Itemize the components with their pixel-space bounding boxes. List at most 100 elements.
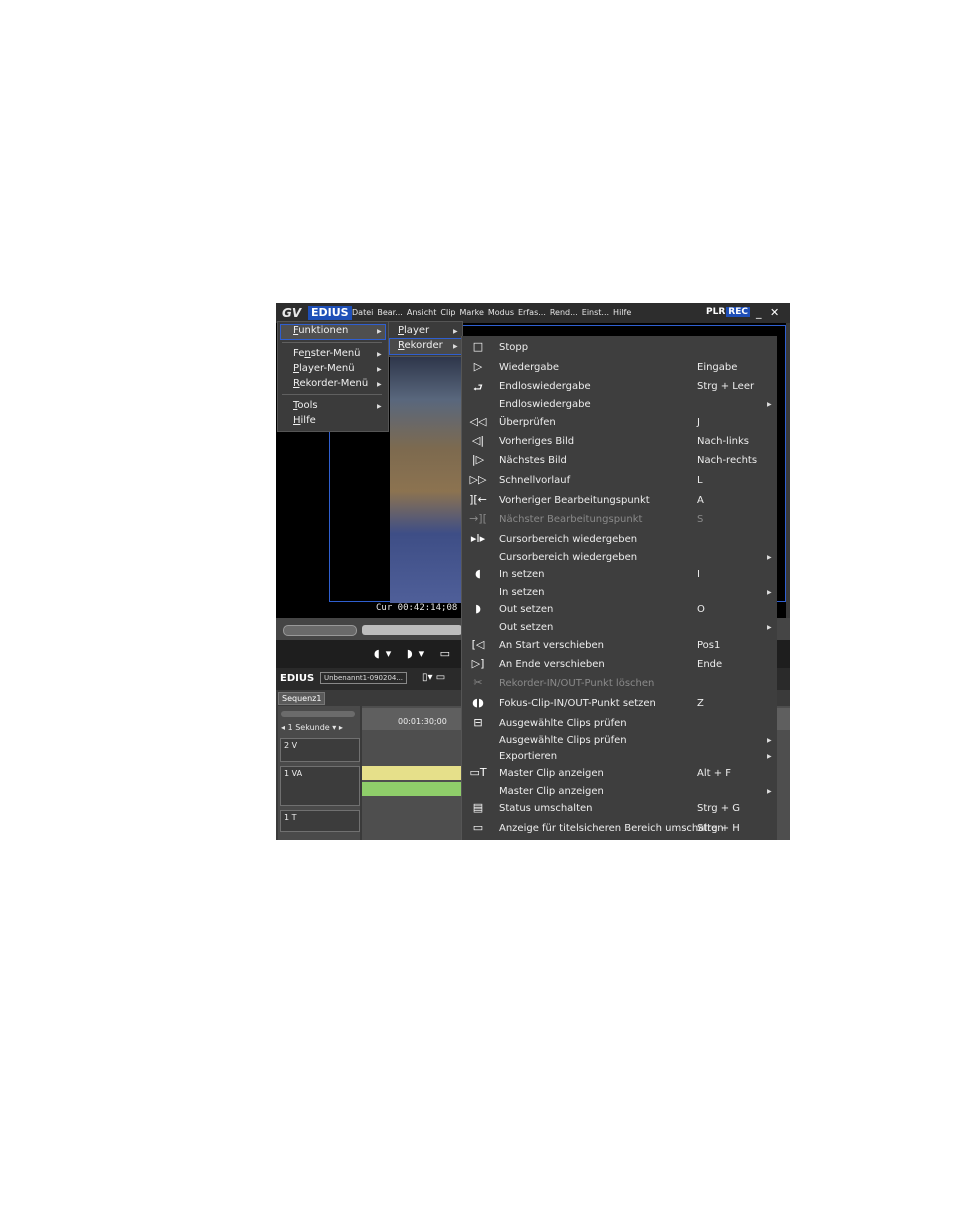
menu-item-ausgew-hlte-clips-pr-fen[interactable]: ⊟ Ausgewählte Clips prüfen — [462, 715, 777, 733]
set-in-icon: ◖ — [475, 567, 481, 580]
menu-bar: Datei Bear... Ansicht Clip Marke Modus Erfas..… — [352, 308, 635, 317]
menu-item-cursorbereich-wiedergeben[interactable]: Cursorbereich wiedergeben ▶ — [462, 549, 777, 567]
submenu-arrow-icon: ▶ — [377, 366, 382, 373]
track-header-2v[interactable]: 2 V — [280, 738, 360, 762]
menu-item-shortcut: O — [697, 604, 705, 615]
go-to-end-icon: ▷] — [471, 657, 485, 670]
menu-item-in-setzen[interactable]: ◖ In setzen I — [462, 566, 777, 584]
next-edit-point-icon: →][ — [469, 512, 487, 525]
zoom-slider[interactable] — [281, 711, 355, 717]
video-clip[interactable] — [362, 766, 462, 780]
menu-item-shortcut: Nach-links — [697, 436, 749, 447]
menu-item-label: Vorheriges Bild — [499, 436, 575, 447]
shuttle-knob[interactable] — [283, 625, 357, 636]
menu-8[interactable]: Einst... — [582, 308, 609, 317]
menu-3[interactable]: Clip — [440, 308, 455, 317]
mode-rec[interactable]: REC — [726, 307, 750, 317]
menu-item-rekorder-in-out-punkt-l-schen[interactable]: ✂ Rekorder-IN/OUT-Punkt löschen — [462, 675, 777, 693]
menu-item-endloswiedergabe[interactable]: ⮐ Endloswiedergabe Strg + Leer — [462, 378, 777, 396]
context-menu: Funktionen ▶ Fenster-Menü ▶ Player-Menü ▶ Reko… — [277, 321, 389, 432]
menu-item-tools[interactable]: Tools — [293, 400, 318, 411]
menu-item-an-ende-verschieben[interactable]: ▷] An Ende verschieben Ende — [462, 656, 777, 674]
menu-item-stopp[interactable]: □ Stopp — [462, 339, 777, 357]
submenu-arrow-icon: ▶ — [377, 328, 382, 335]
menu-item-label: Rekorder-IN/OUT-Punkt löschen — [499, 678, 655, 689]
project-name[interactable]: Unbenannt1-090204... — [320, 672, 408, 684]
close-button[interactable]: ✕ — [770, 306, 779, 319]
menu-item-exportieren[interactable]: Exportieren ▶ — [462, 748, 777, 766]
menu-item-shortcut: Alt + F — [697, 768, 732, 779]
menu-item-cursorbereich-wiedergeben[interactable]: ▸I▸ Cursorbereich wiedergeben — [462, 531, 777, 549]
edius-logo: EDIUS — [308, 306, 352, 320]
menu-item-status-umschalten[interactable]: ▤ Status umschalten Strg + G — [462, 800, 777, 818]
menu-item-shortcut: Pos1 — [697, 640, 721, 651]
gv-logo: GV — [282, 306, 302, 320]
mode-switch[interactable]: PLR REC — [706, 307, 750, 317]
menu-item-label: Schnellvorlauf — [499, 475, 571, 486]
menu-item-vorheriger-bearbeitungspunkt[interactable]: ][← Vorheriger Bearbeitungspunkt A — [462, 492, 777, 510]
transport-icons[interactable]: ◖▾ ◗▾ ▭ — [374, 647, 456, 660]
menu-item-schnellvorlauf[interactable]: ▷▷ Schnellvorlauf L — [462, 472, 777, 490]
menu-item-rekorder-men-[interactable]: Rekorder-Menü — [293, 378, 368, 389]
sequence-tab[interactable]: Sequenz1 — [278, 692, 326, 705]
menu-item-wiedergabe[interactable]: ▷ Wiedergabe Eingabe — [462, 359, 777, 377]
menu-item-fenster-men-[interactable]: Fenster-Menü — [293, 348, 361, 359]
menu-item--berpr-fen[interactable]: ◁◁ Überprüfen J — [462, 414, 777, 432]
menu-item-endloswiedergabe[interactable]: Endloswiedergabe ▶ — [462, 396, 777, 414]
menu-6[interactable]: Erfas... — [518, 308, 546, 317]
menu-item-shortcut: A — [697, 495, 704, 506]
menu-5[interactable]: Modus — [488, 308, 514, 317]
menu-item-anzeige-f-r-titelsicheren-bereich-umschalten[interactable]: ▭ Anzeige für titelsicheren Bereich umsch… — [462, 820, 777, 838]
menu-item-player[interactable]: Player — [398, 325, 429, 336]
track-header-1va[interactable]: 1 VA — [280, 766, 360, 806]
menu-item-hilfe[interactable]: Hilfe — [293, 415, 316, 426]
menu-0[interactable]: Datei — [352, 308, 373, 317]
menu-1[interactable]: Bear... — [377, 308, 403, 317]
stop-icon: □ — [472, 340, 484, 353]
fast-forward-icon: ▷▷ — [469, 473, 487, 486]
recorder-submenu: □ Stopp ▷ Wiedergabe Eingabe ⮐ Endloswiedergab… — [461, 336, 777, 840]
menu-item-shortcut: I — [697, 569, 700, 580]
menu-item-n-chster-bearbeitungspunkt[interactable]: →][Nächster Bearbeitungspunkt S — [462, 511, 777, 529]
menu-item-shortcut: Strg + H — [697, 823, 740, 834]
timecode: Cur 00:42:14;08 — [376, 603, 458, 613]
mode-plr[interactable]: PLR — [706, 307, 725, 317]
menu-item-funktionen[interactable]: Funktionen — [293, 325, 348, 336]
menu-separator — [282, 342, 382, 343]
menu-item-label: In setzen — [499, 587, 545, 598]
next-frame-icon: |▷ — [471, 453, 485, 466]
menu-item-vorheriges-bild[interactable]: ◁| Vorheriges Bild Nach-links — [462, 433, 777, 451]
zoom-label[interactable]: ◂ 1 Sekunde ▾ ▸ — [281, 723, 343, 732]
menu-item-shortcut: Strg + G — [697, 803, 741, 814]
menu-item-out-setzen[interactable]: ◗ Out setzen O — [462, 601, 777, 619]
menu-item-in-setzen[interactable]: In setzen ▶ — [462, 584, 777, 602]
minimize-button[interactable]: _ — [756, 306, 762, 319]
menu-item-label: Endloswiedergabe — [499, 399, 591, 410]
menu-4[interactable]: Marke — [460, 308, 484, 317]
submenu-arrow-icon: ▶ — [453, 328, 458, 335]
menu-item-label: Ausgewählte Clips prüfen — [499, 718, 627, 729]
menu-item-master-clip-anzeigen[interactable]: Master Clip anzeigen ▶ — [462, 783, 777, 801]
set-out-icon: ◗ — [475, 602, 481, 615]
menu-item-an-start-verschieben[interactable]: [◁ An Start verschieben Pos1 — [462, 637, 777, 655]
menu-item-master-clip-anzeigen[interactable]: ▭T Master Clip anzeigen Alt + F — [462, 765, 777, 783]
title-safe-area-icon: ▭ — [472, 821, 484, 834]
menu-item-player-men-[interactable]: Player-Menü — [293, 363, 355, 374]
submenu-arrow-icon: ▶ — [767, 788, 772, 795]
menu-item-fokus-clip-in-out-punkt-setzen[interactable]: ◖◗ Fokus-Clip-IN/OUT-Punkt setzen Z — [462, 695, 777, 713]
new-document-icon[interactable]: ▯▾ ▭ — [422, 672, 445, 683]
menu-item-label: In setzen — [499, 569, 545, 580]
menu-item-out-setzen[interactable]: Out setzen ▶ — [462, 619, 777, 637]
previous-edit-point-icon: ][← — [469, 493, 487, 506]
menu-item-n-chstes-bild[interactable]: |▷ Nächstes Bild Nach-rechts — [462, 452, 777, 470]
check-selected-clips-icon: ⊟ — [473, 716, 483, 729]
audio-clip[interactable] — [362, 782, 462, 796]
menu-item-rekorder[interactable]: Rekorder — [398, 340, 443, 351]
track-header-1t[interactable]: 1 T — [280, 810, 360, 832]
menu-item-shortcut: S — [697, 514, 704, 525]
menu-7[interactable]: Rend... — [550, 308, 578, 317]
menu-9[interactable]: Hilfe — [613, 308, 631, 317]
scrub-bar[interactable] — [362, 625, 462, 635]
title-bar: GV EDIUS Datei Bear... Ansicht Clip Marke Mod… — [276, 303, 790, 323]
menu-2[interactable]: Ansicht — [407, 308, 437, 317]
